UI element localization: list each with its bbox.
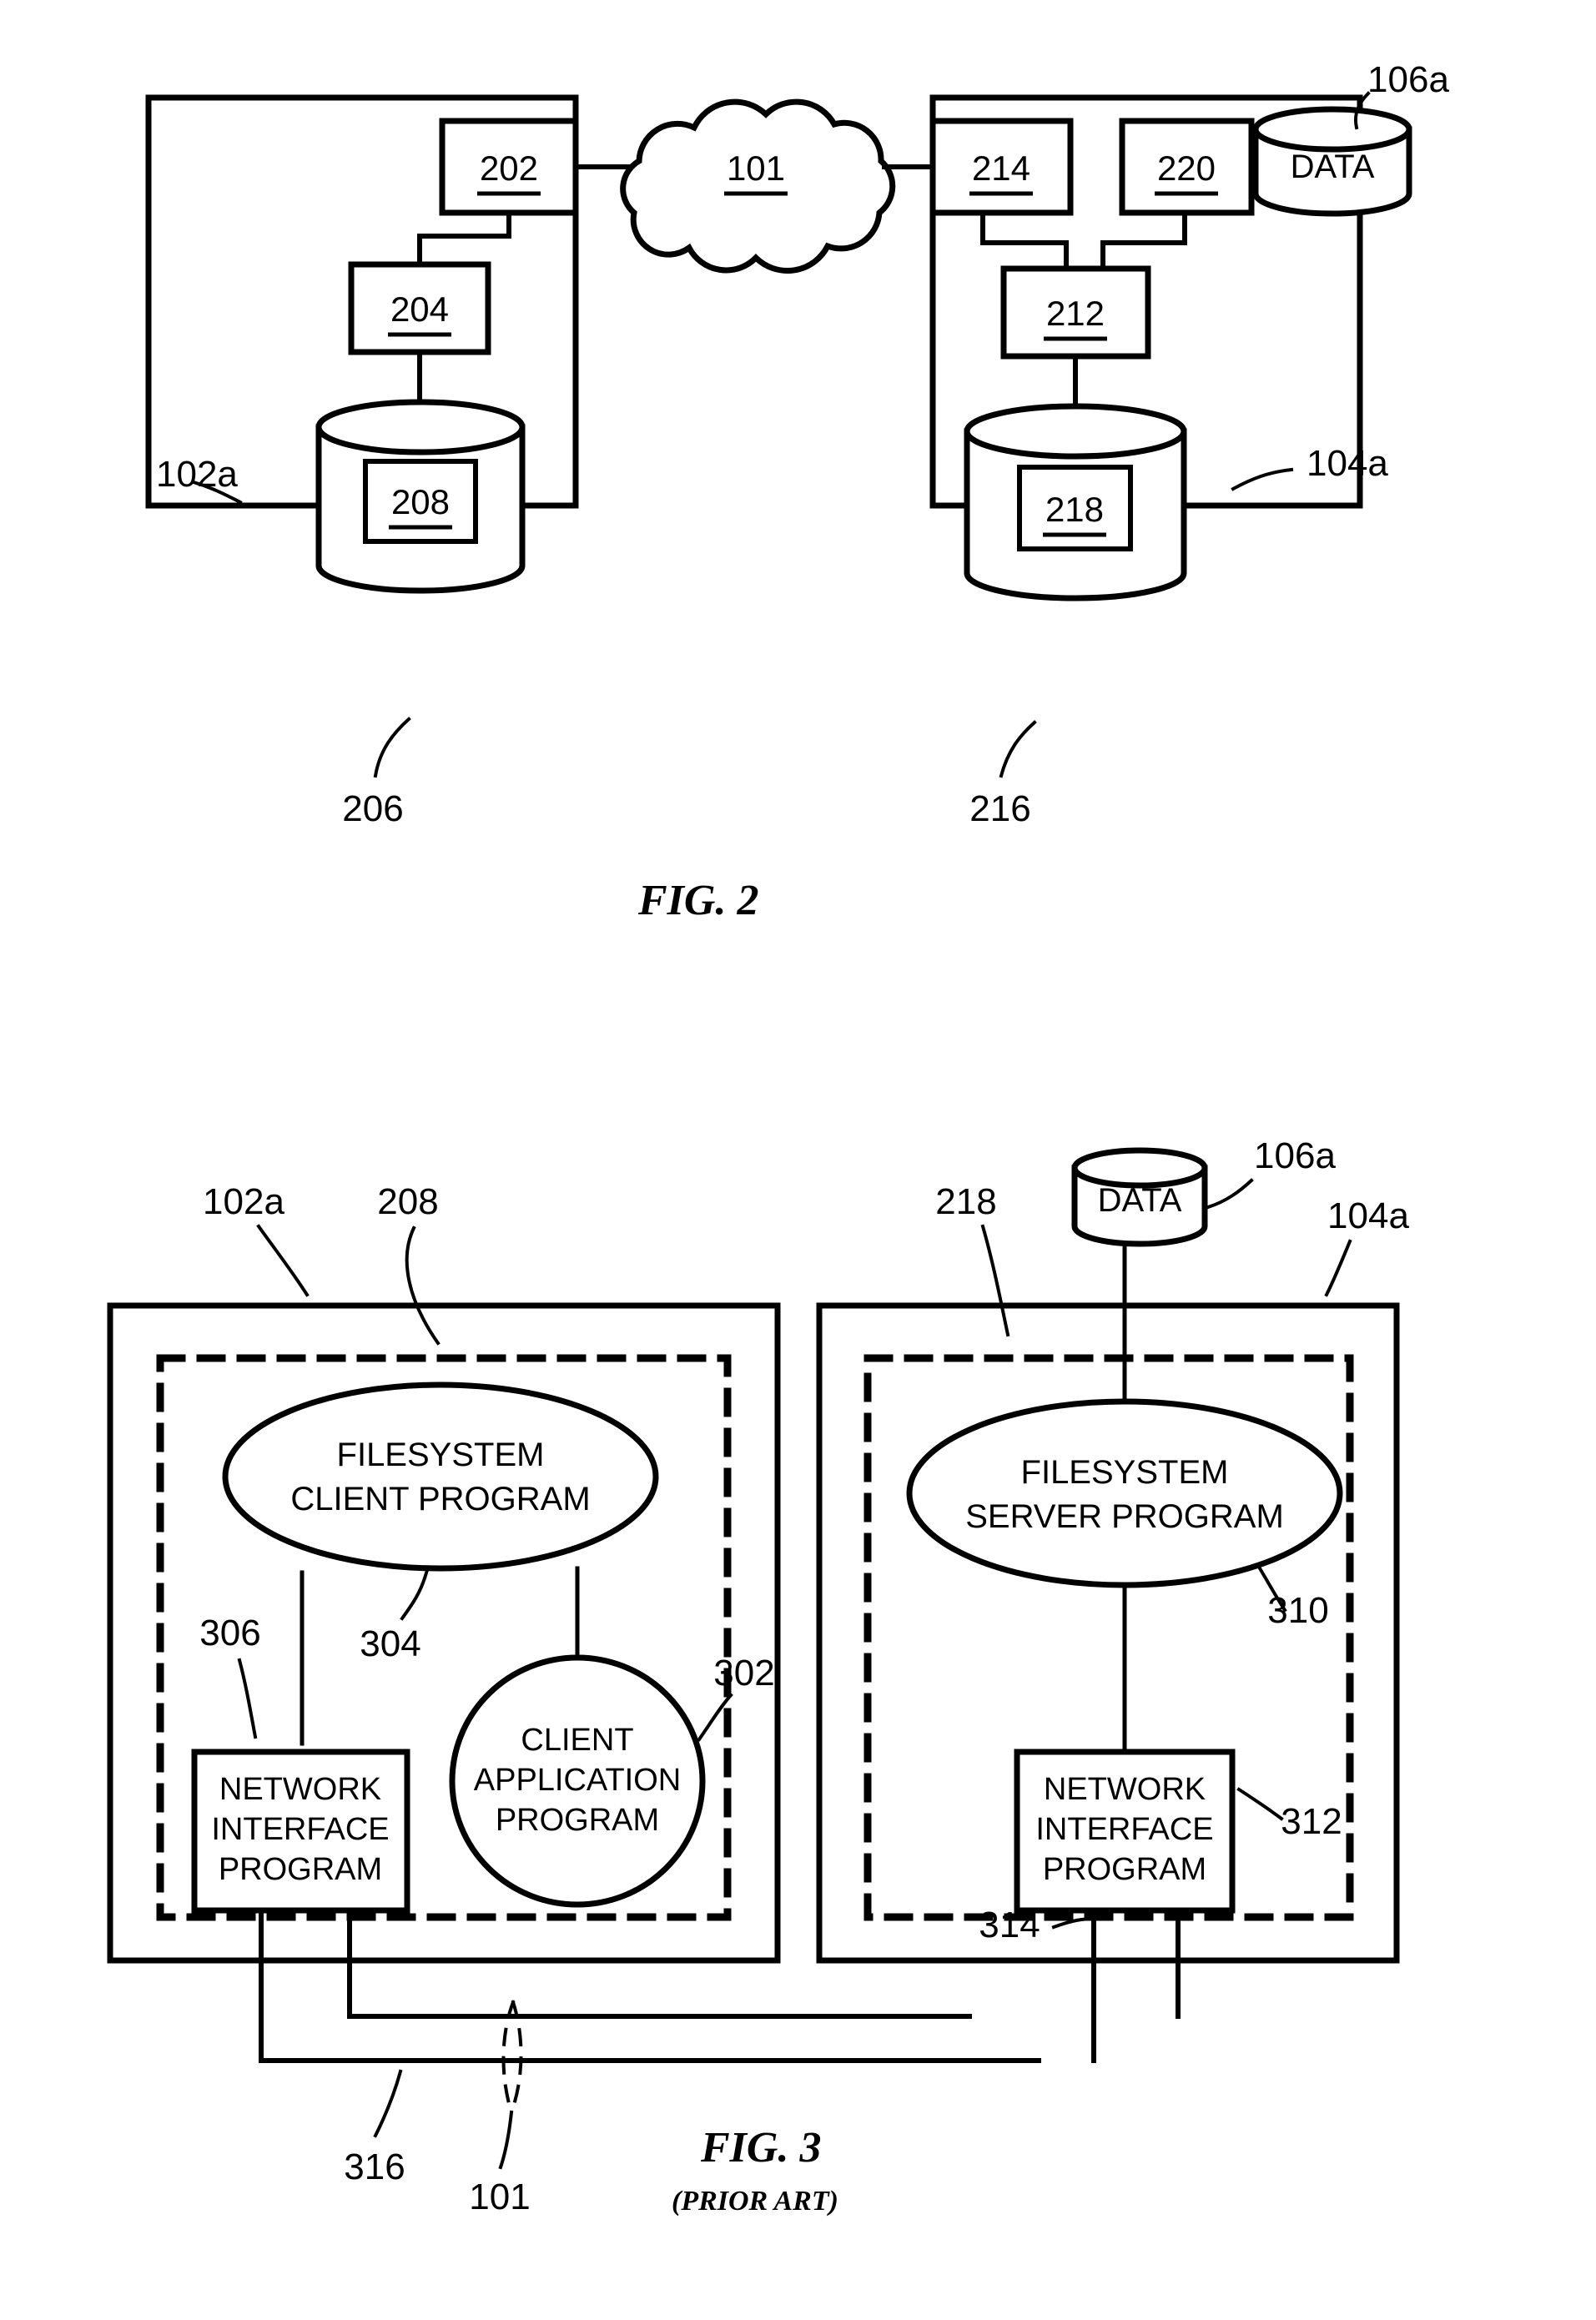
fig2-label-104a: 104a [1307,443,1388,484]
fig3-label-302: 302 [713,1653,774,1693]
fig3-label-208: 208 [377,1181,438,1222]
fig3-client-nip-line2: INTERFACE [211,1812,389,1847]
fig3-client-app-line1: CLIENT [521,1723,633,1758]
fig3-fs-client-line1: FILESYSTEM [337,1437,545,1473]
fig3-client-app-line2: APPLICATION [474,1763,681,1798]
fig3-fs-client-line2: CLIENT PROGRAM [290,1481,590,1517]
fig3-filesystem-client-program-ellipse [222,1381,659,1572]
fig2-label-218: 218 [1045,490,1104,529]
fig3-label-316: 316 [344,2146,405,2187]
patent-drawing-sheet: 202 101 214 220 DATA 106a 204 212 208 21… [0,0,1596,2320]
fig2-label-220: 220 [1157,148,1216,188]
fig3-server-nip-line3: PROGRAM [1043,1852,1206,1887]
fig3-caption: FIG. 3 [701,2124,822,2172]
fig3-label-218: 218 [935,1181,996,1222]
fig2-label-214: 214 [972,148,1030,188]
fig3-server-nip-line1: NETWORK [1044,1772,1206,1807]
fig2-label-206: 206 [342,788,403,829]
fig3-server-nip-line2: INTERFACE [1035,1812,1213,1847]
fig2-label-106a: 106a [1367,59,1449,100]
fig3-client-app-line3: PROGRAM [496,1803,659,1838]
fig3-fs-server-line2: SERVER PROGRAM [965,1498,1284,1535]
fig2-label-204: 204 [390,289,449,329]
fig2-label-212: 212 [1046,294,1105,333]
fig3-label-104a: 104a [1327,1195,1409,1236]
main-drawing: 202 101 214 220 DATA 106a 204 212 208 21… [0,0,1596,2320]
fig3-label-304: 304 [360,1623,420,1664]
fig3-filesystem-server-program-ellipse [906,1398,1343,1588]
fig3-label-306: 306 [199,1613,260,1653]
fig3-label-314: 314 [979,1905,1040,1945]
fig2-data-cylinder-label: DATA [1291,148,1375,185]
fig2-caption: FIG. 2 [638,877,759,924]
fig2-label-101: 101 [727,148,785,188]
fig2-label-202: 202 [480,148,538,188]
fig3-label-101: 101 [469,2177,530,2217]
fig2-label-208: 208 [391,482,450,521]
fig3-fs-server-line1: FILESYSTEM [1021,1454,1229,1491]
fig3-label-106a: 106a [1254,1135,1336,1176]
fig3-label-310: 310 [1267,1590,1328,1631]
fig3-data-cylinder-label: DATA [1098,1182,1182,1219]
fig2-label-216: 216 [969,788,1030,829]
fig2-label-102a: 102a [156,454,238,495]
fig3-subcaption: (PRIOR ART) [672,2186,838,2217]
fig3-client-nip-line1: NETWORK [219,1772,381,1807]
fig3-client-nip-line3: PROGRAM [219,1852,382,1887]
fig3-label-102a: 102a [203,1181,284,1222]
fig3-label-312: 312 [1281,1801,1342,1842]
